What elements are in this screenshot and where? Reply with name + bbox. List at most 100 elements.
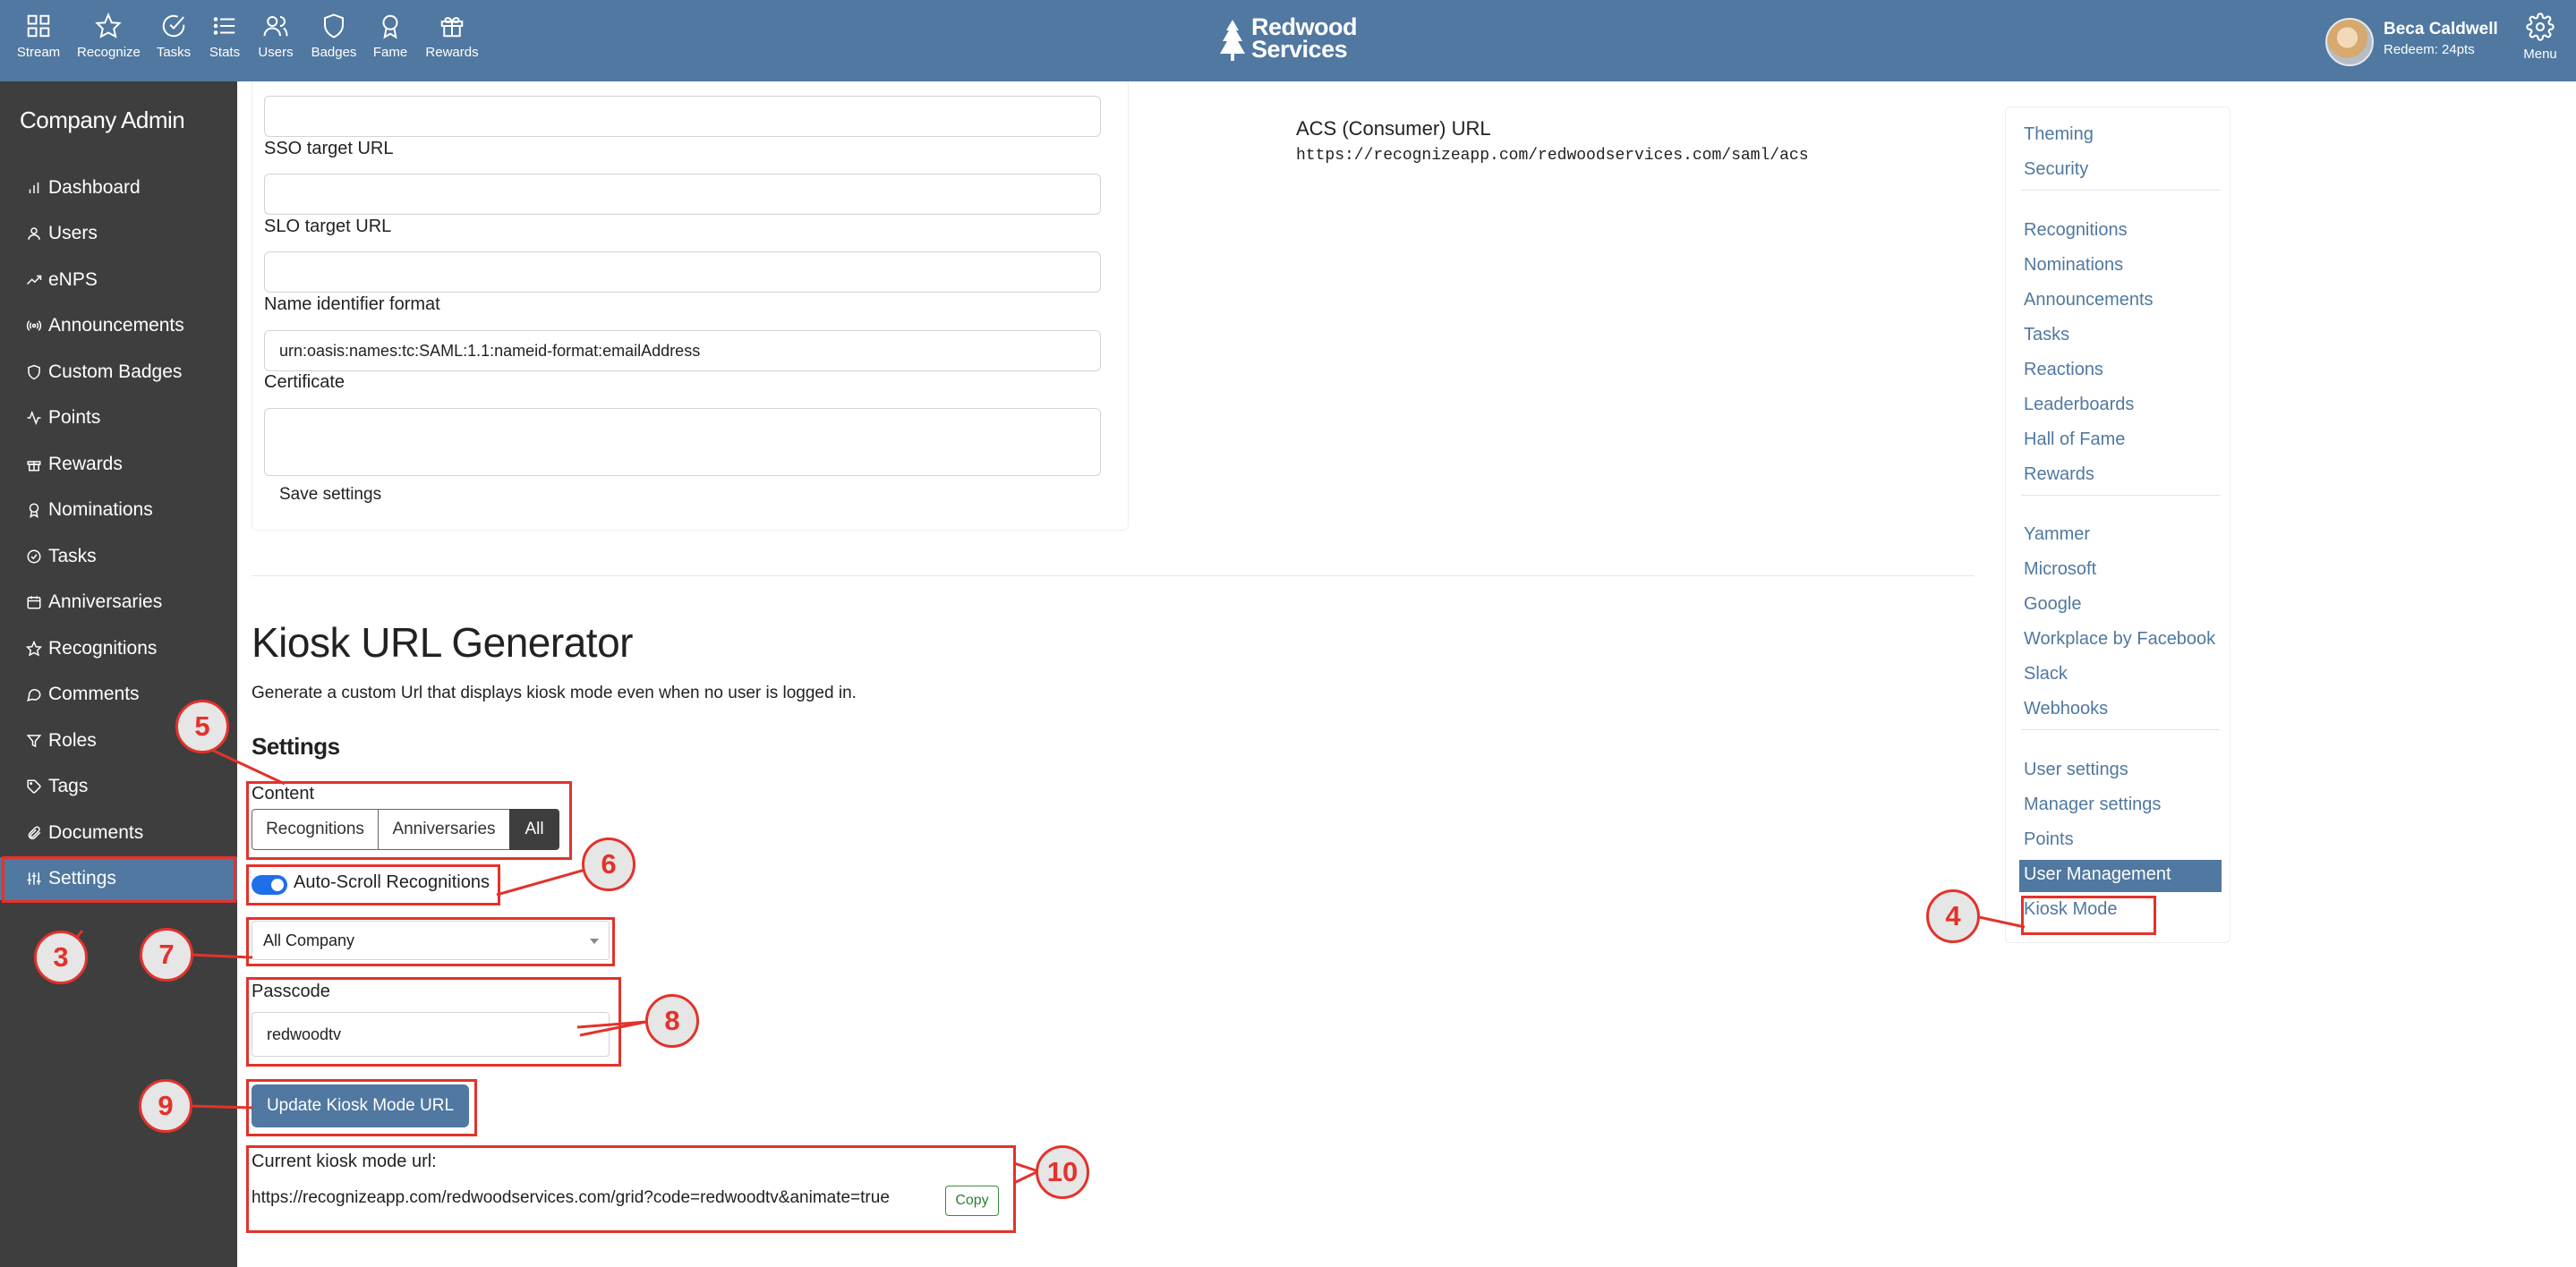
trend-icon bbox=[26, 275, 42, 285]
sidebar-item-anniversaries[interactable]: Anniversaries bbox=[0, 581, 237, 624]
sidebar-item-label: Roles bbox=[48, 730, 97, 751]
settings-link-google[interactable]: Google bbox=[2024, 594, 2082, 615]
settings-link-theming[interactable]: Theming bbox=[2024, 124, 2094, 145]
settings-link-user-management[interactable]: User Management bbox=[2024, 864, 2171, 885]
settings-link-hall-of-fame[interactable]: Hall of Fame bbox=[2024, 429, 2125, 450]
nav-rewards[interactable]: Rewards bbox=[421, 13, 483, 60]
sidebar-item-enps[interactable]: eNPS bbox=[0, 259, 237, 302]
settings-link-recognitions[interactable]: Recognitions bbox=[2024, 220, 2128, 241]
nav-label: Recognize bbox=[77, 45, 141, 60]
nav-badges[interactable]: Badges bbox=[303, 13, 365, 60]
annotation-box-5 bbox=[246, 781, 572, 860]
logo-text: Redwood Services bbox=[1251, 15, 1358, 62]
sidebar-item-label: Anniversaries bbox=[48, 591, 163, 612]
sidebar-item-rewards[interactable]: Rewards bbox=[0, 443, 237, 486]
annotation-box-3 bbox=[2, 856, 236, 903]
settings-heading: Settings bbox=[252, 733, 340, 760]
annotation-box-7 bbox=[246, 917, 615, 966]
kiosk-generator-title: Kiosk URL Generator bbox=[252, 619, 633, 666]
shield-icon bbox=[28, 364, 40, 380]
acs-url-title: ACS (Consumer) URL bbox=[1296, 117, 1491, 140]
nav-fame[interactable]: Fame bbox=[359, 13, 422, 60]
annotation-marker-4: 4 bbox=[1926, 889, 1980, 943]
sidebar-item-label: Tasks bbox=[48, 546, 97, 566]
tree-logo-icon bbox=[1220, 20, 1245, 61]
annotation-box-6 bbox=[246, 864, 500, 906]
annotation-marker-8: 8 bbox=[645, 994, 699, 1048]
settings-link-nominations[interactable]: Nominations bbox=[2024, 255, 2123, 276]
settings-link-rewards[interactable]: Rewards bbox=[2024, 464, 2094, 485]
annotation-box-10 bbox=[246, 1145, 1016, 1233]
nav-recognize[interactable]: Recognize bbox=[77, 13, 141, 60]
sidebar-item-label: Documents bbox=[48, 822, 144, 843]
sidebar-item-recognitions[interactable]: Recognitions bbox=[0, 627, 237, 670]
annotation-marker-6: 6 bbox=[582, 838, 635, 891]
broadcast-icon bbox=[26, 320, 42, 331]
settings-link-yammer[interactable]: Yammer bbox=[2024, 524, 2090, 545]
users-icon bbox=[263, 16, 288, 37]
slo-target-label: SLO target URL bbox=[264, 217, 392, 236]
settings-link-announcements[interactable]: Announcements bbox=[2024, 290, 2154, 310]
acs-url-value: https://recognizeapp.com/redwoodservices… bbox=[1296, 147, 1809, 165]
settings-link-tasks[interactable]: Tasks bbox=[2024, 325, 2069, 345]
sidebar-item-tasks[interactable]: Tasks bbox=[0, 535, 237, 578]
comment-icon bbox=[27, 689, 41, 702]
settings-link-slack[interactable]: Slack bbox=[2024, 664, 2068, 685]
user-name: Beca Caldwell bbox=[2384, 20, 2498, 38]
sidebar-item-users[interactable]: Users bbox=[0, 212, 237, 255]
settings-nav-divider bbox=[2021, 495, 2220, 496]
settings-link-microsoft[interactable]: Microsoft bbox=[2024, 559, 2096, 580]
annotation-box-8 bbox=[246, 977, 621, 1067]
paperclip-icon bbox=[28, 826, 41, 840]
name-identifier-input[interactable]: urn:oasis:names:tc:SAML:1.1:nameid-forma… bbox=[264, 330, 1101, 371]
slo-target-input[interactable] bbox=[264, 251, 1101, 293]
gift-icon bbox=[440, 17, 464, 38]
sidebar-item-label: Dashboard bbox=[48, 177, 141, 198]
calendar-icon bbox=[27, 596, 41, 609]
certificate-textarea[interactable] bbox=[264, 408, 1101, 476]
nav-label: Rewards bbox=[425, 45, 479, 60]
name-identifier-label: Name identifier format bbox=[264, 294, 440, 314]
activity-icon bbox=[27, 410, 41, 426]
annotation-marker-10: 10 bbox=[1036, 1145, 1089, 1199]
settings-link-leaderboards[interactable]: Leaderboards bbox=[2024, 395, 2134, 415]
sidebar-item-label: Custom Badges bbox=[48, 361, 183, 382]
sidebar-item-label: Rewards bbox=[48, 454, 123, 474]
nav-label: Users bbox=[258, 45, 294, 60]
star-icon bbox=[95, 13, 122, 38]
sidebar-item-custom-badges[interactable]: Custom Badges bbox=[0, 351, 237, 394]
nav-stream[interactable]: Stream bbox=[7, 13, 70, 60]
grid-icon bbox=[27, 14, 50, 38]
sidebar-item-dashboard[interactable]: Dashboard bbox=[0, 166, 237, 209]
tag-icon bbox=[27, 779, 41, 794]
sidebar-item-points[interactable]: Points bbox=[0, 396, 237, 439]
sso-target-label: SSO target URL bbox=[264, 139, 394, 158]
sidebar-item-label: eNPS bbox=[48, 269, 98, 290]
sso-target-input[interactable] bbox=[264, 174, 1101, 215]
sidebar-item-label: Tags bbox=[48, 776, 89, 796]
sidebar-item-announcements[interactable]: Announcements bbox=[0, 304, 237, 347]
sidebar-item-documents[interactable]: Documents bbox=[0, 812, 237, 855]
name-identifier-value: urn:oasis:names:tc:SAML:1.1:nameid-forma… bbox=[279, 341, 701, 360]
settings-link-reactions[interactable]: Reactions bbox=[2024, 360, 2103, 380]
avatar[interactable] bbox=[2325, 18, 2374, 66]
settings-link-manager-settings[interactable]: Manager settings bbox=[2024, 795, 2161, 815]
sso-top-input[interactable] bbox=[264, 96, 1101, 137]
annotation-marker-7: 7 bbox=[140, 928, 193, 982]
check-circle-icon bbox=[27, 549, 41, 564]
annotation-marker-9: 9 bbox=[139, 1079, 192, 1133]
user-icon bbox=[28, 227, 40, 240]
settings-link-user-settings[interactable]: User settings bbox=[2024, 760, 2128, 780]
save-settings-button[interactable]: Save settings bbox=[279, 485, 381, 505]
menu-button[interactable]: Menu bbox=[2515, 13, 2565, 62]
settings-link-security[interactable]: Security bbox=[2024, 159, 2088, 180]
settings-link-webhooks[interactable]: Webhooks bbox=[2024, 699, 2108, 719]
sidebar-item-label: Points bbox=[48, 407, 101, 428]
sidebar-item-nominations[interactable]: Nominations bbox=[0, 489, 237, 531]
gift-icon bbox=[27, 461, 41, 472]
settings-link-workplace[interactable]: Workplace by Facebook bbox=[2024, 629, 2215, 650]
sidebar-item-tags[interactable]: Tags bbox=[0, 765, 237, 808]
settings-nav-divider bbox=[2021, 729, 2220, 730]
settings-link-points[interactable]: Points bbox=[2024, 829, 2074, 850]
nav-users[interactable]: Users bbox=[244, 13, 307, 60]
